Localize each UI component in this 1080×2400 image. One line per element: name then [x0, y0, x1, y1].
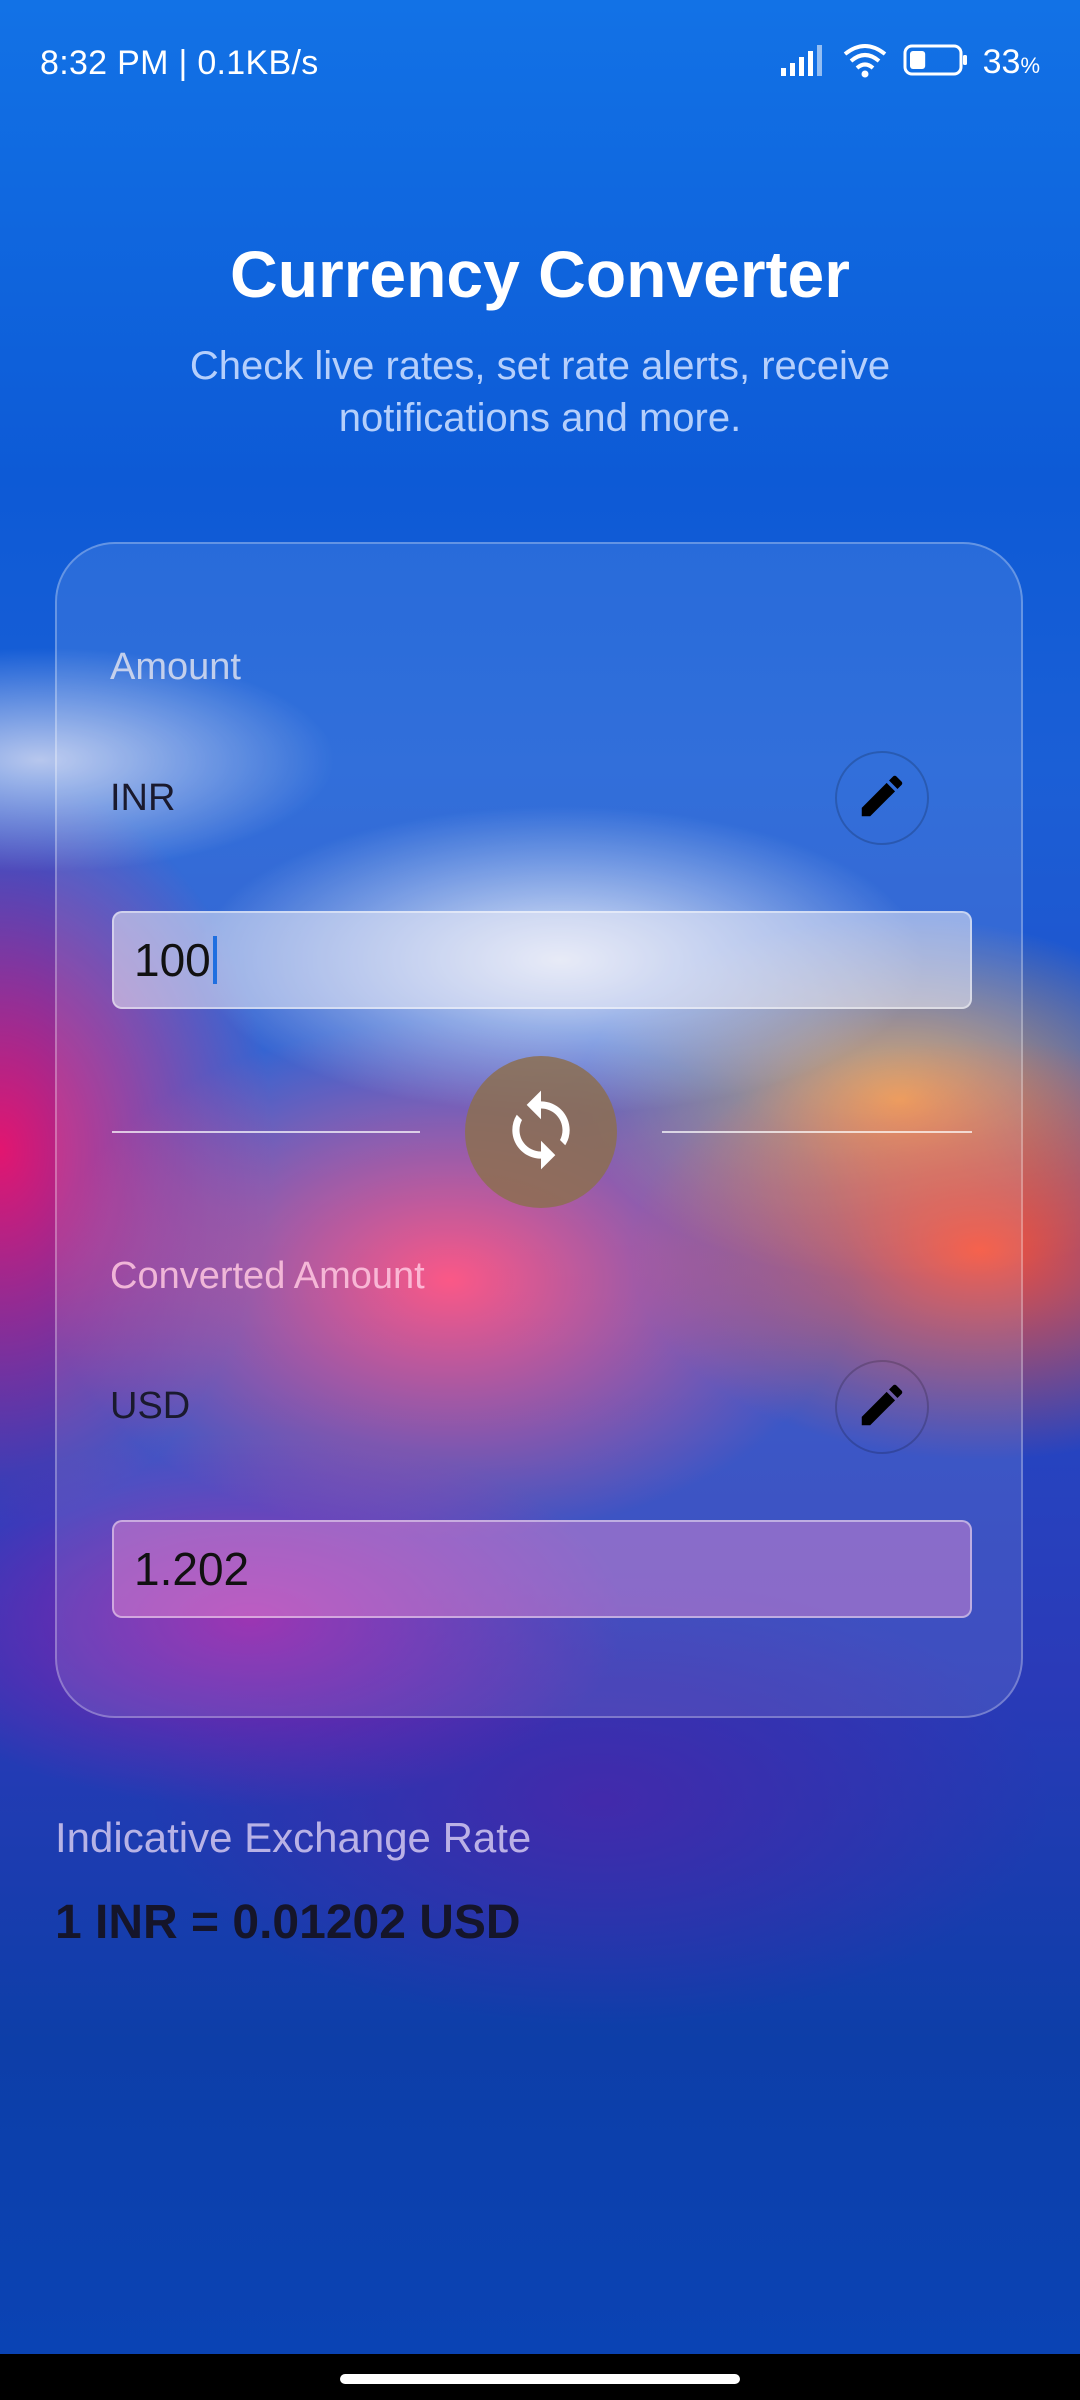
- converted-amount-input[interactable]: 1.202: [112, 1520, 972, 1618]
- battery-icon: [903, 43, 969, 82]
- amount-input-value: 100: [134, 934, 211, 986]
- signal-icon: [779, 42, 827, 83]
- swap-arrows-icon: [498, 1087, 584, 1178]
- exchange-rate-value: 1 INR = 0.01202 USD: [55, 1896, 521, 1949]
- status-bar: 8:32 PM | 0.1KB/s 33%: [0, 0, 1080, 130]
- divider-left: [112, 1131, 420, 1133]
- converter-card: Amount INR 100 Converted Amount USD 1.20…: [55, 542, 1023, 1718]
- to-currency-code: USD: [110, 1385, 191, 1427]
- divider-right: [662, 1131, 972, 1133]
- amount-input[interactable]: 100: [112, 911, 972, 1009]
- status-icons: 33%: [779, 42, 1040, 83]
- currency-converter-screen: 8:32 PM | 0.1KB/s 33% Currency Converter…: [0, 0, 1080, 2400]
- amount-label: Amount: [110, 646, 241, 688]
- from-currency-code: INR: [110, 777, 176, 819]
- edit-to-currency-button[interactable]: [835, 1360, 929, 1454]
- swap-currencies-button[interactable]: [465, 1056, 617, 1208]
- text-cursor: [212, 936, 217, 984]
- converted-amount-value: 1.202: [134, 1543, 250, 1595]
- home-indicator[interactable]: [340, 2374, 740, 2384]
- page-subtitle: Check live rates, set rate alerts, recei…: [189, 344, 891, 440]
- wifi-icon: [841, 42, 889, 83]
- navigation-bar: [0, 2354, 1080, 2400]
- battery-percentage: 33%: [982, 43, 1040, 81]
- status-time-speed: 8:32 PM | 0.1KB/s: [40, 44, 319, 82]
- pencil-icon: [855, 1378, 909, 1437]
- edit-from-currency-button[interactable]: [835, 751, 929, 845]
- converted-amount-label: Converted Amount: [110, 1255, 425, 1297]
- exchange-rate-label: Indicative Exchange Rate: [55, 1814, 532, 1861]
- pencil-icon: [855, 769, 909, 828]
- page-title: Currency Converter: [230, 237, 850, 311]
